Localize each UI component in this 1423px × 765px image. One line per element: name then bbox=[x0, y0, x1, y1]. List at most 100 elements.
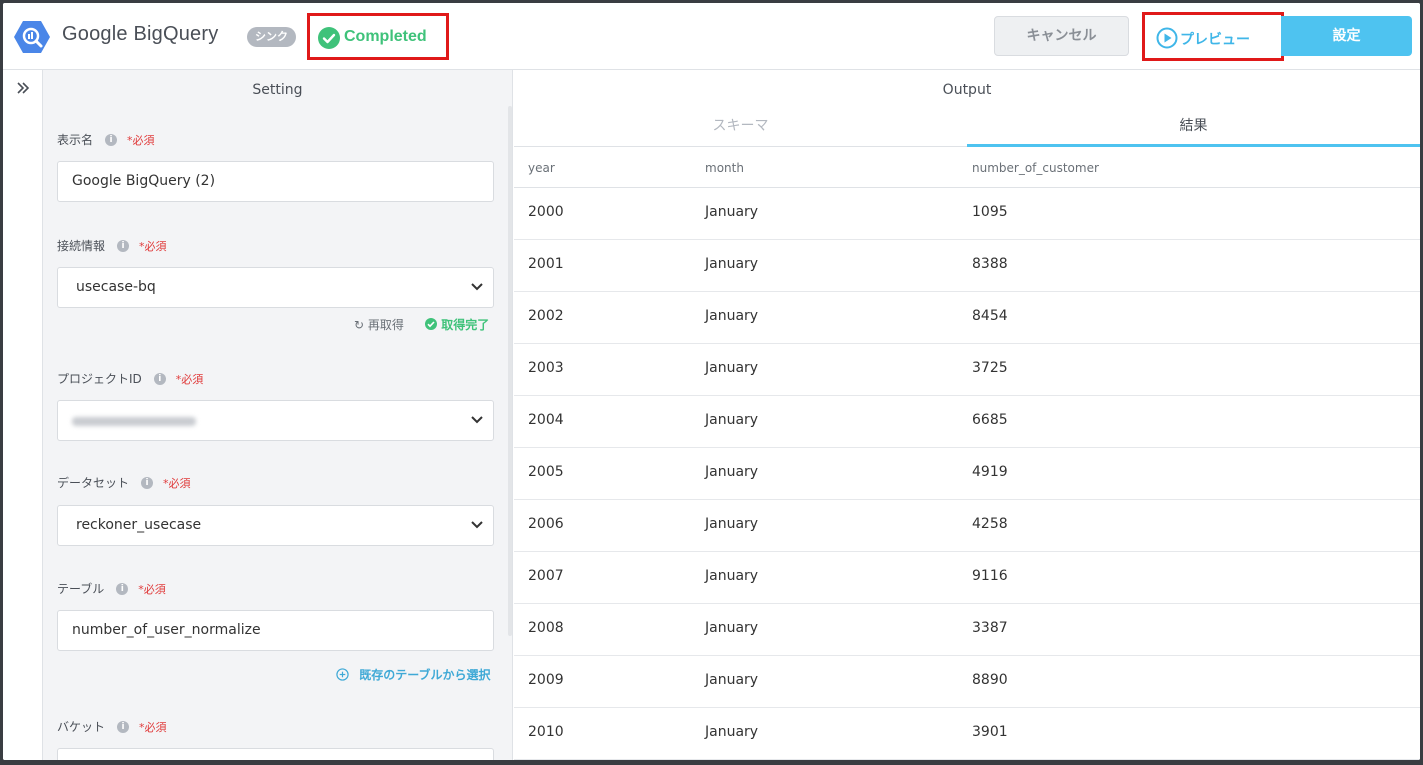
info-icon[interactable]: i bbox=[141, 476, 154, 489]
table-cell: 4258 bbox=[972, 516, 1008, 532]
table-input[interactable]: number_of_user_normalize bbox=[57, 610, 494, 651]
connection-label-text: 接続情報 bbox=[57, 239, 106, 253]
refresh-icon: ↻ bbox=[354, 318, 365, 332]
table-cell: January bbox=[705, 724, 759, 740]
sync-badge: シンク bbox=[247, 27, 296, 47]
table-label: テーブル i *必須 bbox=[57, 580, 166, 597]
blurred-project-id bbox=[72, 417, 196, 426]
project-id-select[interactable] bbox=[57, 400, 494, 441]
chevron-down-icon bbox=[471, 283, 483, 291]
table-cell: 2002 bbox=[528, 308, 564, 324]
fetched-label: 取得完了 bbox=[441, 318, 490, 332]
preview-button[interactable]: プレビュー bbox=[1142, 12, 1284, 61]
app-window: Google BigQuery シンク Completed キャンセル プレビュ… bbox=[3, 3, 1420, 760]
table-row: 2010 January 3901 bbox=[514, 708, 1420, 760]
dataset-select-value: reckoner_usecase bbox=[76, 517, 202, 533]
table-cell: 2009 bbox=[528, 672, 564, 688]
header: Google BigQuery シンク Completed キャンセル プレビュ… bbox=[3, 3, 1420, 70]
setting-scrollbar[interactable] bbox=[508, 106, 512, 636]
table-row: 2002 January 8454 bbox=[514, 292, 1420, 344]
display-name-input[interactable]: Google BigQuery (2) bbox=[57, 161, 494, 202]
column-header: number_of_customer bbox=[972, 161, 1099, 175]
table-cell: January bbox=[705, 412, 759, 428]
table-cell: January bbox=[705, 568, 759, 584]
table-cell: January bbox=[705, 620, 759, 636]
table-cell: 2010 bbox=[528, 724, 564, 740]
required-mark: *必須 bbox=[139, 239, 167, 253]
connection-select[interactable]: usecase-bq bbox=[57, 267, 494, 308]
bucket-label: バケット i *必須 bbox=[57, 718, 167, 735]
double-chevron-right-icon[interactable] bbox=[15, 80, 31, 96]
table-cell: 3901 bbox=[972, 724, 1008, 740]
required-mark: *必須 bbox=[175, 372, 204, 386]
table-row: 2000 January 1095 bbox=[514, 188, 1420, 240]
info-icon[interactable]: i bbox=[117, 720, 130, 733]
play-circle-icon bbox=[1156, 27, 1178, 49]
table-row: 2004 January 6685 bbox=[514, 396, 1420, 448]
refetch-label: 再取得 bbox=[367, 318, 404, 332]
table-row: 2005 January 4919 bbox=[514, 448, 1420, 500]
display-name-label-text: 表示名 bbox=[57, 133, 94, 147]
info-icon[interactable]: i bbox=[116, 582, 129, 595]
status-indicator: Completed bbox=[307, 13, 449, 60]
table-cell: 4919 bbox=[972, 464, 1008, 480]
required-mark: *必須 bbox=[127, 133, 155, 147]
table-cell: January bbox=[705, 204, 759, 220]
table-cell: 2007 bbox=[528, 568, 564, 584]
dataset-label: データセット i *必須 bbox=[57, 474, 191, 491]
settings-button[interactable]: 設定 bbox=[1281, 16, 1412, 56]
table-cell: 2008 bbox=[528, 620, 564, 636]
select-existing-table-link[interactable]: 既存のテーブルから選択 bbox=[336, 666, 490, 683]
preview-label: プレビュー bbox=[1180, 32, 1250, 48]
table-cell: 2005 bbox=[528, 464, 564, 480]
bucket-input[interactable] bbox=[57, 748, 494, 760]
table-label-text: テーブル bbox=[57, 582, 105, 596]
bigquery-logo-icon bbox=[14, 21, 50, 53]
tab-result[interactable]: 結果 bbox=[967, 106, 1420, 147]
status-text: Completed bbox=[344, 28, 427, 45]
check-circle-icon bbox=[318, 27, 340, 49]
output-panel: Output スキーマ 結果 year month number_of_cust… bbox=[514, 70, 1420, 760]
required-mark: *必須 bbox=[138, 582, 166, 596]
table-row: 2006 January 4258 bbox=[514, 500, 1420, 552]
table-cell: 8454 bbox=[972, 308, 1008, 324]
table-cell: January bbox=[705, 360, 759, 376]
table-cell: January bbox=[705, 308, 759, 324]
table-cell: 2003 bbox=[528, 360, 564, 376]
info-icon[interactable]: i bbox=[105, 133, 118, 146]
connection-select-value: usecase-bq bbox=[76, 279, 156, 295]
setting-panel: Setting 表示名 i *必須 Google BigQuery (2) 接続… bbox=[43, 70, 513, 760]
refetch-link[interactable]: ↻ 再取得 bbox=[354, 316, 404, 333]
select-existing-table-label: 既存のテーブルから選択 bbox=[359, 668, 491, 682]
info-icon[interactable]: i bbox=[153, 372, 166, 385]
table-cell: 3387 bbox=[972, 620, 1008, 636]
table-cell: 2001 bbox=[528, 256, 564, 272]
required-mark: *必須 bbox=[139, 720, 167, 734]
project-id-label-text: プロジェクトID bbox=[57, 372, 142, 386]
required-mark: *必須 bbox=[163, 476, 191, 490]
bucket-label-text: バケット bbox=[57, 720, 106, 734]
cancel-button[interactable]: キャンセル bbox=[994, 16, 1129, 56]
app-title: Google BigQuery bbox=[62, 23, 219, 45]
table-row: 2003 January 3725 bbox=[514, 344, 1420, 396]
side-rail bbox=[3, 70, 43, 760]
table-cell: 3725 bbox=[972, 360, 1008, 376]
dataset-label-text: データセット bbox=[57, 476, 130, 490]
table-row: 2007 January 9116 bbox=[514, 552, 1420, 604]
chevron-down-icon bbox=[471, 521, 483, 529]
table-cell: 2000 bbox=[528, 204, 564, 220]
table-cell: January bbox=[705, 256, 759, 272]
dataset-select[interactable]: reckoner_usecase bbox=[57, 505, 494, 546]
table-cell: 2006 bbox=[528, 516, 564, 532]
table-cell: 8890 bbox=[972, 672, 1008, 688]
table-cell: January bbox=[705, 516, 759, 532]
column-header: year bbox=[528, 161, 555, 175]
column-header: month bbox=[705, 161, 744, 175]
table-row: 2009 January 8890 bbox=[514, 656, 1420, 708]
display-name-label: 表示名 i *必須 bbox=[57, 131, 155, 148]
project-id-label: プロジェクトID i *必須 bbox=[57, 370, 203, 387]
info-icon[interactable]: i bbox=[117, 239, 130, 252]
table-cell: 6685 bbox=[972, 412, 1008, 428]
table-cell: 1095 bbox=[972, 204, 1008, 220]
tab-schema[interactable]: スキーマ bbox=[514, 106, 967, 147]
